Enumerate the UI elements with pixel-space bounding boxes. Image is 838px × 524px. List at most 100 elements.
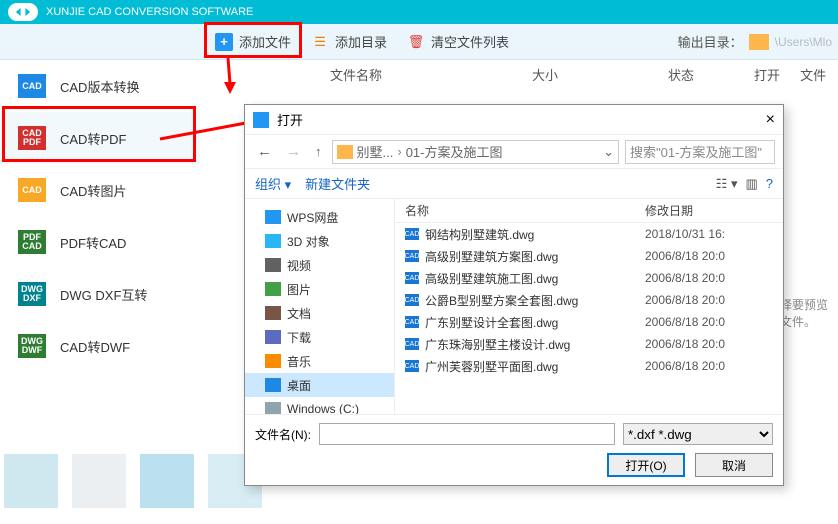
search-input[interactable]: 搜索"01-方案及施工图" [625, 140, 775, 164]
open-button[interactable]: 打开(O) [607, 453, 685, 477]
view-mode-button[interactable]: ☷ ▾ [716, 176, 738, 192]
back-button[interactable]: ← [253, 143, 276, 160]
chevron-down-icon[interactable]: ⌄ [603, 144, 614, 160]
file-row[interactable]: CAD 广州芙蓉别墅平面图.dwg 2006/8/18 20:0 [395, 355, 783, 377]
tree-item-icon [265, 306, 281, 320]
file-date: 2006/8/18 20:0 [645, 359, 765, 373]
trash-icon: 🗑 [407, 33, 425, 51]
tree-item-icon [265, 402, 281, 414]
dwg-dxf-icon: DWGDXF [18, 282, 46, 306]
tree-item[interactable]: 音乐 [245, 349, 394, 373]
file-row[interactable]: CAD公爵B型别墅方案全套图.dwg2006/8/18 20:0 [395, 289, 783, 311]
organize-menu[interactable]: 组织 ▾ [255, 174, 291, 193]
help-button[interactable]: ? [766, 176, 773, 192]
file-name: 广州芙蓉别墅平面图.dwg [425, 358, 558, 375]
tree-item-icon [265, 282, 281, 296]
file-filter-select[interactable]: *.dxf *.dwg [623, 423, 773, 445]
col-name[interactable]: 名称 [395, 202, 645, 219]
new-folder-button[interactable]: 新建文件夹 [305, 174, 370, 193]
file-date: 2006/8/18 20:0 [645, 315, 765, 329]
sidebar-item-label: CAD转DWF [60, 337, 130, 356]
tree-item-label: 3D 对象 [287, 233, 330, 250]
cad-file-icon: CAD [405, 272, 419, 284]
cad-file-icon: CAD [405, 360, 419, 372]
sidebar-item-label: CAD版本转换 [60, 77, 139, 96]
tree-item-icon [265, 354, 281, 368]
tree-item-icon [265, 330, 281, 344]
tree-item-label: 音乐 [287, 353, 311, 370]
tree-item[interactable]: 桌面 [245, 373, 394, 397]
filename-input[interactable] [319, 423, 615, 445]
col-file: 文件 [800, 65, 826, 84]
sidebar-item-label: CAD转图片 [60, 181, 126, 200]
titlebar: XUNJIE CAD CONVERSION SOFTWARE [0, 0, 838, 24]
file-row[interactable]: CAD广东珠海别墅主楼设计.dwg2006/8/18 20:0 [395, 333, 783, 355]
clear-list-button[interactable]: 🗑 清空文件列表 [397, 28, 519, 55]
dialog-icon [253, 112, 269, 128]
sidebar-item-dwgdxf[interactable]: DWGDXFDWG DXF互转 [0, 268, 200, 320]
add-dir-button[interactable]: ☰ 添加目录 [301, 28, 397, 55]
tree-item[interactable]: 文档 [245, 301, 394, 325]
cad-file-icon: CAD [405, 294, 419, 306]
file-list: 名称 修改日期 CAD钢结构别墅建筑.dwg2018/10/31 16:CAD高… [395, 199, 783, 414]
tree-item[interactable]: 3D 对象 [245, 229, 394, 253]
chevron-right-icon: › [397, 144, 401, 159]
col-date[interactable]: 修改日期 [645, 202, 765, 219]
tree-item[interactable]: 图片 [245, 277, 394, 301]
tree-item[interactable]: Windows (C:) [245, 397, 394, 414]
file-row[interactable]: CAD高级别墅建筑施工图.dwg2006/8/18 20:0 [395, 267, 783, 289]
col-open: 打开 [754, 65, 780, 84]
up-button[interactable]: ↑ [311, 144, 326, 159]
details-pane-button[interactable]: ▥ [745, 176, 757, 192]
folder-icon[interactable] [749, 34, 769, 50]
output-label: 输出目录： [678, 32, 743, 51]
file-name: 钢结构别墅建筑.dwg [425, 226, 534, 243]
file-row[interactable]: CAD钢结构别墅建筑.dwg2018/10/31 16: [395, 223, 783, 245]
add-file-button[interactable]: + 添加文件 [205, 28, 301, 55]
search-placeholder: 搜索"01-方案及施工图" [630, 142, 762, 161]
crumb-seg[interactable]: 别墅... [357, 142, 394, 161]
app-title: XUNJIE CAD CONVERSION SOFTWARE [46, 6, 253, 18]
tree-item-icon [265, 210, 281, 224]
thumb[interactable] [140, 454, 194, 508]
col-size: 大小 [532, 65, 558, 84]
filename-label: 文件名(N): [255, 426, 311, 443]
file-row[interactable]: CAD高级别墅建筑方案图.dwg2006/8/18 20:0 [395, 245, 783, 267]
sidebar-item-cad2dwf[interactable]: DWGDWF CAD转DWF [0, 320, 200, 372]
file-row[interactable]: CAD广东别墅设计全套图.dwg2006/8/18 20:0 [395, 311, 783, 333]
cad-img-icon: CAD [18, 178, 46, 202]
close-icon[interactable]: × [766, 111, 775, 129]
tree-item-label: 下载 [287, 329, 311, 346]
sidebar-item-label: CAD转PDF [60, 129, 126, 148]
tree-item-label: 桌面 [287, 377, 311, 394]
cancel-button[interactable]: 取消 [695, 453, 773, 477]
tree-item-icon [265, 258, 281, 272]
cad-file-icon: CAD [405, 338, 419, 350]
tree-item-icon [265, 378, 281, 392]
cad-dwf-icon: DWGDWF [18, 334, 46, 358]
list-header: 名称 修改日期 [395, 199, 783, 223]
tree-item[interactable]: 下载 [245, 325, 394, 349]
tree-item-icon [265, 234, 281, 248]
col-status: 状态 [668, 65, 694, 84]
file-name: 高级别墅建筑施工图.dwg [425, 270, 558, 287]
pdf-cad-icon: PDFCAD [18, 230, 46, 254]
tree-item[interactable]: WPS网盘 [245, 205, 394, 229]
thumb[interactable] [72, 454, 126, 508]
output-area: 输出目录： \Users\Mlo [678, 32, 838, 51]
sidebar-item-cad2pdf[interactable]: CADPDFCAD转PDF [0, 112, 200, 164]
tree-item[interactable]: 视频 [245, 253, 394, 277]
sidebar-item-cad2img[interactable]: CAD CAD转图片 [0, 164, 200, 216]
crumb-seg[interactable]: 01-方案及施工图 [406, 142, 503, 161]
forward-button[interactable]: → [282, 143, 305, 160]
clear-list-label: 清空文件列表 [431, 32, 509, 51]
tree-item-label: WPS网盘 [287, 209, 338, 226]
file-name: 公爵B型别墅方案全套图.dwg [425, 292, 578, 309]
dialog-title: 打开 [277, 110, 303, 129]
sidebar-item-version[interactable]: CADCAD版本转换 [0, 60, 200, 112]
plus-icon: + [215, 33, 233, 51]
sidebar-item-pdf2cad[interactable]: PDFCADPDF转CAD [0, 216, 200, 268]
dialog-tools: 组织 ▾ 新建文件夹 ☷ ▾ ▥ ? [245, 169, 783, 199]
thumb[interactable] [4, 454, 58, 508]
breadcrumb[interactable]: 别墅... › 01-方案及施工图 ⌄ [332, 140, 620, 164]
